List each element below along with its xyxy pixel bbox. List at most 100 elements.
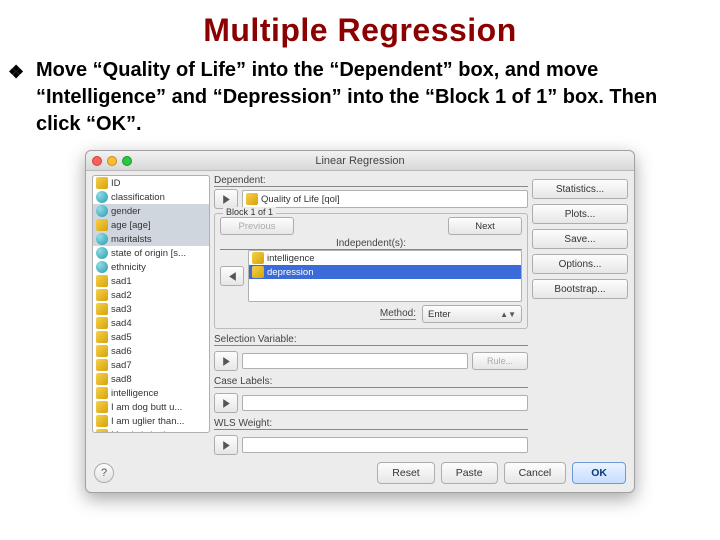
plots-button[interactable]: Plots... bbox=[532, 204, 628, 224]
scale-icon bbox=[96, 317, 108, 329]
nominal-icon bbox=[96, 205, 108, 217]
move-dependent-button[interactable] bbox=[214, 189, 238, 209]
options-button[interactable]: Options... bbox=[532, 254, 628, 274]
scale-icon bbox=[96, 219, 108, 231]
method-select[interactable]: Enter ▲▼ bbox=[422, 305, 522, 323]
rule-button[interactable]: Rule... bbox=[472, 352, 528, 370]
variable-list[interactable]: ID classification gender age [age]maritalst… bbox=[92, 175, 210, 433]
list-item-label: sad3 bbox=[111, 304, 132, 315]
paste-button[interactable]: Paste bbox=[441, 462, 498, 484]
selection-variable-label: Selection Variable: bbox=[214, 334, 528, 346]
list-item[interactable]: sad8 bbox=[93, 372, 209, 386]
list-item-label: I am dog butt u... bbox=[111, 402, 182, 413]
cancel-button[interactable]: Cancel bbox=[504, 462, 567, 484]
list-item[interactable]: depression bbox=[249, 265, 521, 279]
chevron-up-down-icon: ▲▼ bbox=[500, 310, 516, 319]
list-item[interactable]: classification bbox=[93, 190, 209, 204]
list-item[interactable]: intelligence bbox=[249, 251, 521, 265]
next-button[interactable]: Next bbox=[448, 217, 522, 235]
list-item-label: age [age] bbox=[111, 220, 151, 231]
scale-icon bbox=[96, 345, 108, 357]
arrow-right-icon bbox=[221, 194, 232, 205]
list-item-label: state of origin [s... bbox=[111, 248, 186, 259]
move-wls-button[interactable] bbox=[214, 435, 238, 455]
move-independent-button[interactable] bbox=[220, 266, 244, 286]
list-item[interactable]: sad5 bbox=[93, 330, 209, 344]
list-item[interactable]: sad1 bbox=[93, 274, 209, 288]
list-item[interactable]: intelligence bbox=[93, 386, 209, 400]
list-item[interactable]: sad7 bbox=[93, 358, 209, 372]
list-item-label: sad2 bbox=[111, 290, 132, 301]
reset-button[interactable]: Reset bbox=[377, 462, 434, 484]
arrow-right-icon bbox=[221, 398, 232, 409]
slide-title: Multiple Regression bbox=[0, 0, 720, 57]
scale-icon bbox=[252, 252, 264, 264]
instruction-body: Move “Quality of Life” into the “Depende… bbox=[36, 59, 657, 135]
scale-icon bbox=[96, 177, 108, 189]
list-item[interactable]: I am dog butt u... bbox=[93, 400, 209, 414]
scale-icon bbox=[96, 401, 108, 413]
save-button[interactable]: Save... bbox=[532, 229, 628, 249]
arrow-right-icon bbox=[221, 356, 232, 367]
list-item-label: ID bbox=[111, 178, 121, 189]
list-item[interactable]: I am uglier than... bbox=[93, 414, 209, 428]
move-caselabels-button[interactable] bbox=[214, 393, 238, 413]
dependent-field[interactable]: Quality of Life [qol] bbox=[242, 190, 528, 208]
list-item-label: intelligence bbox=[111, 388, 159, 399]
arrow-right-icon bbox=[221, 440, 232, 451]
selection-variable-field[interactable] bbox=[242, 353, 468, 369]
scale-icon bbox=[96, 331, 108, 343]
list-item[interactable]: age [age] bbox=[93, 218, 209, 232]
arrow-left-icon bbox=[227, 271, 238, 282]
dependent-label: Dependent: bbox=[214, 175, 528, 187]
method-label: Method: bbox=[380, 308, 416, 320]
list-item-label: gender bbox=[111, 206, 141, 217]
list-item-label: intelligence bbox=[267, 253, 315, 264]
list-item-label: sad6 bbox=[111, 346, 132, 357]
list-item[interactable]: sad3 bbox=[93, 302, 209, 316]
statistics-button[interactable]: Statistics... bbox=[532, 179, 628, 199]
scale-icon bbox=[96, 429, 108, 433]
list-item[interactable]: state of origin [s... bbox=[93, 246, 209, 260]
list-item[interactable]: My pic is in the bbox=[93, 428, 209, 433]
instruction-text: ❖ Move “Quality of Life” into the “Depen… bbox=[0, 57, 720, 138]
list-item-label: I am uglier than... bbox=[111, 416, 184, 427]
list-item[interactable]: gender bbox=[93, 204, 209, 218]
wls-weight-label: WLS Weight: bbox=[214, 418, 528, 430]
help-button[interactable]: ? bbox=[94, 463, 114, 483]
nominal-icon bbox=[96, 247, 108, 259]
independents-list[interactable]: intelligence depression bbox=[248, 250, 522, 302]
list-item-label: sad8 bbox=[111, 374, 132, 385]
list-item-label: My pic is in the bbox=[111, 430, 174, 434]
list-item[interactable]: sad6 bbox=[93, 344, 209, 358]
list-item[interactable]: ethnicity bbox=[93, 260, 209, 274]
case-labels-field[interactable] bbox=[242, 395, 528, 411]
previous-button[interactable]: Previous bbox=[220, 217, 294, 235]
nominal-icon bbox=[96, 261, 108, 273]
scale-icon bbox=[96, 415, 108, 427]
list-item[interactable]: sad2 bbox=[93, 288, 209, 302]
list-item[interactable]: sad4 bbox=[93, 316, 209, 330]
list-item[interactable]: maritalsts bbox=[93, 232, 209, 246]
block-frame: Block 1 of 1 Previous Next Independent(s… bbox=[214, 213, 528, 329]
list-item-label: sad5 bbox=[111, 332, 132, 343]
nominal-icon bbox=[96, 191, 108, 203]
scale-icon bbox=[246, 193, 258, 205]
scale-icon bbox=[252, 266, 264, 278]
list-item-label: classification bbox=[111, 192, 165, 203]
scale-icon bbox=[96, 359, 108, 371]
dialog-titlebar[interactable]: Linear Regression bbox=[86, 151, 634, 171]
case-labels-label: Case Labels: bbox=[214, 376, 528, 388]
scale-icon bbox=[96, 303, 108, 315]
list-item[interactable]: ID bbox=[93, 176, 209, 190]
scale-icon bbox=[96, 387, 108, 399]
move-selection-button[interactable] bbox=[214, 351, 238, 371]
ok-button[interactable]: OK bbox=[572, 462, 626, 484]
scale-icon bbox=[96, 275, 108, 287]
bootstrap-button[interactable]: Bootstrap... bbox=[532, 279, 628, 299]
list-item-label: sad7 bbox=[111, 360, 132, 371]
linear-regression-dialog: Linear Regression ID classification gender… bbox=[85, 150, 635, 493]
list-item-label: depression bbox=[267, 267, 313, 278]
block-legend: Block 1 of 1 bbox=[223, 207, 276, 217]
wls-weight-field[interactable] bbox=[242, 437, 528, 453]
